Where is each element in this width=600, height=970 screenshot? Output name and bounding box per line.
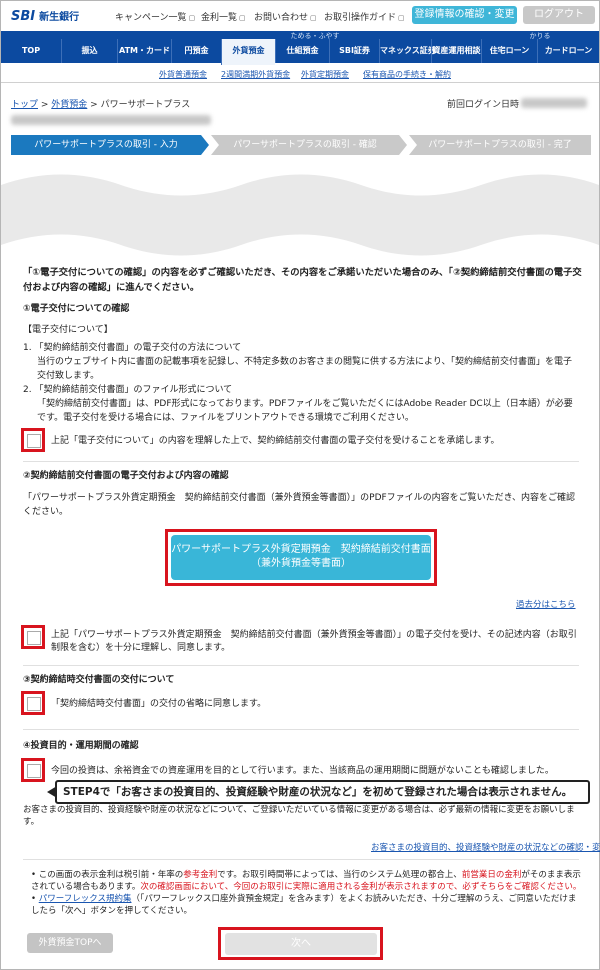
nav-monex-securities[interactable]: マネックス証券	[379, 39, 436, 63]
nav-yen-deposit[interactable]: 円預金	[171, 39, 221, 63]
footnote-rates: • この画面の表示金利は税引前・年率の参考金利です。お取引時間帯によっては、当行…	[31, 870, 582, 892]
note-prev-day-rate: 前営業日の金利	[461, 870, 522, 880]
checkbox-omit-contract-doc[interactable]	[21, 691, 45, 715]
redacted-account-info	[11, 115, 211, 125]
logout-button[interactable]: ログアウト	[523, 6, 595, 24]
section1-item2-body: 「契約締結前交付書面」は、PDF形式になっております。PDFファイルをご覧いただ…	[37, 399, 573, 423]
pdf-document-button[interactable]: パワーサポートプラス外貨定期預金 契約締結前交付書面 （兼外貨預金等書面）	[171, 535, 431, 580]
nav-sbi-securities[interactable]: SBI証券	[329, 39, 379, 63]
next-button[interactable]: 次へ	[225, 933, 377, 955]
divider	[23, 665, 579, 666]
section2-description: 「パワーサポートプラス外貨定期預金 契約締結前交付書面（兼外貨預金等書面）」のP…	[23, 493, 576, 517]
breadcrumb-fx[interactable]: 外貨預金	[51, 100, 87, 110]
nav-structured-deposit[interactable]: 仕組預金	[275, 39, 329, 63]
note-text: この画面の表示金利は税引前・年率の	[38, 870, 184, 880]
subnav-2week[interactable]: 2週間満期外貨預金	[221, 69, 290, 80]
section4-heading: ④投資目的・運用期間の確認	[23, 741, 139, 751]
section2-heading: ②契約締結前交付書面の電子交付および内容の確認	[23, 471, 229, 481]
note-text: です。お取引時間帯によっては、当行のシステム処理の都合上、	[217, 870, 462, 880]
footnotes: • この画面の表示金利は税引前・年率の参考金利です。お取引時間帯によっては、当行…	[31, 869, 583, 917]
section3-heading: ③契約締結時交付書面の交付について	[23, 675, 175, 685]
subnav-fx-time[interactable]: 外貨定期預金	[301, 69, 349, 80]
nav-foreign-deposit[interactable]: 外貨預金	[221, 39, 275, 65]
confirm-registration-button[interactable]: 登録情報の確認・変更	[412, 6, 517, 24]
checkbox-electronic-delivery[interactable]	[21, 428, 45, 452]
nav-transfer[interactable]: 振込	[61, 39, 117, 63]
rates-link[interactable]: 金利一覧	[201, 10, 246, 23]
breadcrumb-top[interactable]: トップ	[11, 100, 38, 110]
subnav-fx-savings[interactable]: 外貨普通預金	[159, 69, 207, 80]
omitted-content-wave	[1, 163, 599, 263]
nav-top[interactable]: TOP	[1, 39, 61, 63]
logo-mark: SBI	[11, 9, 36, 24]
footnote-terms: • パワーフレックス規約集（「パワーフレックス口座外貨預金規定」を含みます）をよ…	[31, 894, 577, 916]
divider	[23, 461, 579, 462]
nav-atm-card[interactable]: ATM・カード	[117, 39, 171, 63]
investment-profile-link[interactable]: お客さまの投資目的、投資経験や財産の状況などの確認・変更	[371, 841, 600, 853]
past-documents-link[interactable]: 過去分はこちら	[516, 598, 576, 610]
nav-card-loan[interactable]: カードローン	[537, 39, 599, 63]
annotation-callout: STEP4で「お客さまの投資目的、投資経験や財産の状況など」を初めて登録された場…	[47, 780, 590, 804]
step-3-label: パワーサポートプラスの取引 - 完了	[428, 140, 572, 150]
terms-link[interactable]: パワーフレックス規約集	[39, 894, 132, 904]
section1-box-title: 【電子交付について】	[23, 325, 113, 335]
nav-group-label: かりる	[529, 32, 551, 40]
pdf-button-line1: パワーサポートプラス外貨定期預金 契約締結前交付書面	[171, 544, 431, 555]
note-warning: 次の確認画面において、今回のお取引に実際に適用される金利が表示されますので、必ず…	[140, 882, 582, 892]
checkbox-pdf-confirm[interactable]	[21, 625, 45, 649]
header: SBI新生銀行 キャンペーン一覧 金利一覧 お問い合わせ お取引操作ガイド 登録…	[1, 1, 599, 31]
checkbox-pdf-confirm-label: 上記「パワーサポートプラス外貨定期預金 契約締結前交付書面（兼外貨預金等書面）」…	[51, 630, 577, 653]
pdf-button-line2: （兼外貨預金等書面）	[251, 558, 351, 569]
intro-text: 「①電子交付についての確認」の内容を必ずご確認いただき、その内容をご承諾いただい…	[23, 267, 582, 293]
subnav-holdings[interactable]: 保有商品の手続き・解約	[363, 69, 451, 80]
section1-item1-body: 当行のウェブサイト内に書面の記載事項を記録し、不特定多数のお客さまの閲覧に供する…	[37, 357, 572, 381]
campaign-link[interactable]: キャンペーン一覧	[115, 10, 195, 23]
divider	[23, 859, 579, 860]
divider	[23, 729, 579, 730]
note-reference-rate: 参考金利	[183, 870, 218, 880]
section1-item1-title: 1. 「契約締結前交付書面」の電子交付の方法について	[23, 343, 242, 353]
bank-logo[interactable]: SBI 新生銀行	[11, 8, 79, 24]
guide-link[interactable]: お取引操作ガイド	[324, 10, 405, 23]
back-to-fx-top-button[interactable]: 外貨預金TOPへ	[27, 933, 113, 953]
checkbox-omit-contract-doc-label: 「契約締結時交付書面」の交付の省略に同意します。	[51, 699, 267, 709]
nav-group-label: ためる・ふやす	[290, 32, 340, 40]
breadcrumb: トップ > 外貨預金 > パワーサポートプラス	[11, 100, 191, 110]
sub-nav: 外貨普通預金 2週間満期外貨預金 外貨定期預金 保有商品の手続き・解約	[1, 65, 599, 83]
page-frame: SBI新生銀行 キャンペーン一覧 金利一覧 お問い合わせ お取引操作ガイド 登録…	[0, 0, 600, 970]
section1-item2-title: 2. 「契約締結前交付書面」のファイル形式について	[23, 385, 233, 395]
section1-heading: ①電子交付についての確認	[23, 304, 130, 314]
nav-housing-loan[interactable]: 住宅ローン	[481, 39, 537, 63]
breadcrumb-current: パワーサポートプラス	[100, 100, 191, 110]
logo-name: 新生銀行	[39, 12, 80, 23]
section1-box: 【電子交付について】 1. 「契約締結前交付書面」の電子交付の方法について 当行…	[23, 323, 579, 425]
contact-link[interactable]: お問い合わせ	[254, 10, 317, 23]
checkbox-investment-purpose-label: 今回の投資は、余裕資金での資産運用を目的として行います。また、当該商品の運用期間…	[51, 766, 554, 776]
checkbox-investment-purpose[interactable]	[21, 758, 45, 782]
last-login-label: 前回ログイン日時	[447, 100, 520, 110]
checkbox-electronic-delivery-label: 上記「電子交付について」の内容を理解した上で、契約締結前交付書面の電子交付を受け…	[51, 436, 500, 446]
nav-asset-consult[interactable]: 資産運用相談	[431, 39, 481, 63]
section4-note: お客さまの投資目的、投資経験や財産の状況などについて、ご登録いただいている情報に…	[23, 805, 575, 827]
redacted-login-time	[521, 98, 587, 108]
step-2-label: パワーサポートプラスの取引 - 確認	[233, 140, 377, 150]
step-1-label: パワーサポートプラスの取引 - 入力	[34, 140, 178, 150]
